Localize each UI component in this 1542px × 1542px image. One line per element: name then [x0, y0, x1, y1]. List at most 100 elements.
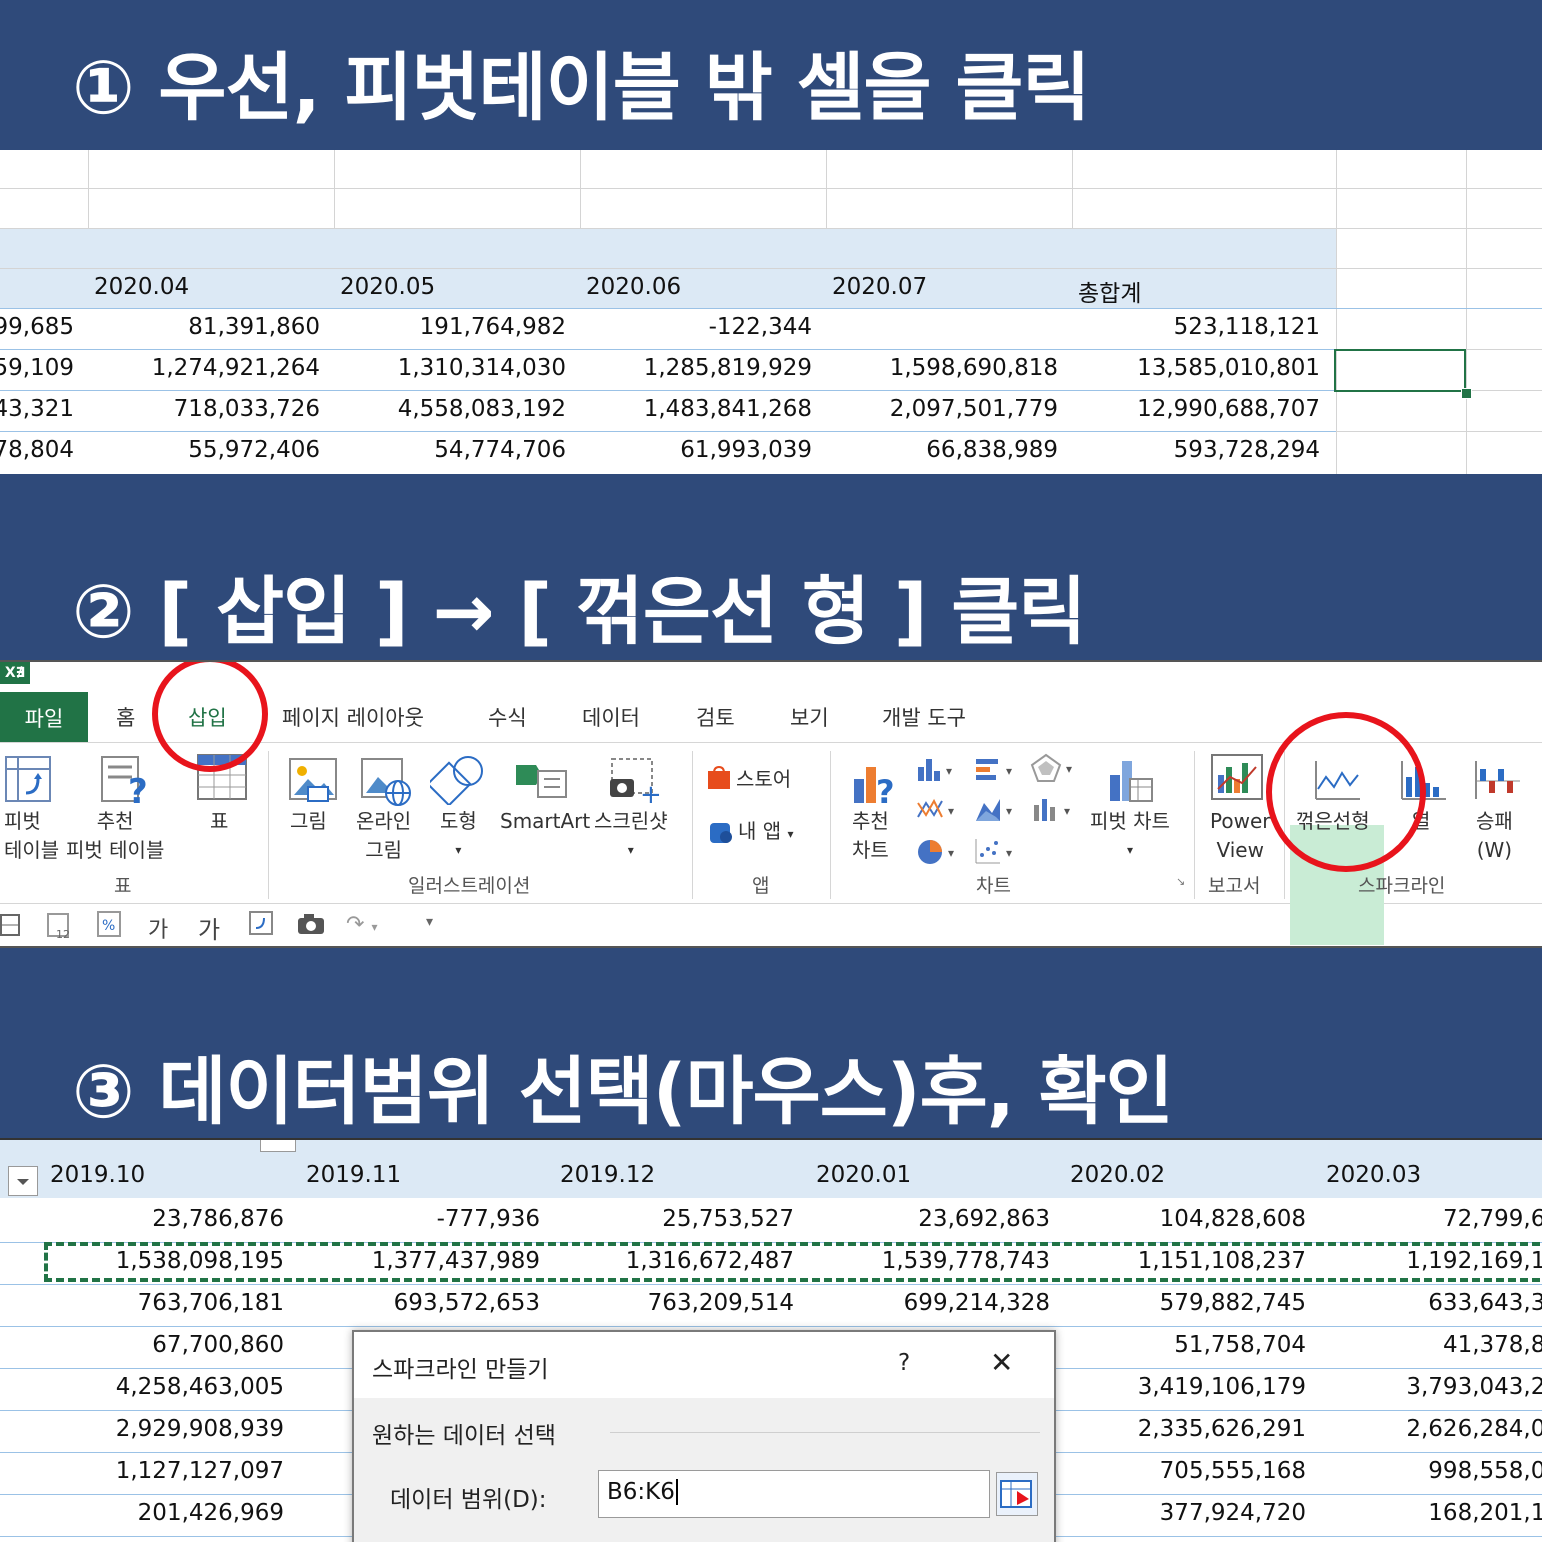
table-cell[interactable]: 2,335,626,291	[1056, 1416, 1306, 1442]
radar-chart-icon[interactable]: ▾	[1030, 753, 1080, 787]
pivot-table-icon[interactable]	[4, 755, 52, 809]
power-view-icon[interactable]	[1210, 753, 1266, 811]
picture-icon[interactable]	[288, 757, 338, 809]
table-cell[interactable]: 81,391,860	[80, 314, 320, 340]
my-apps-icon[interactable]	[706, 819, 734, 849]
table-cell[interactable]: 43,321	[0, 396, 74, 422]
table-cell[interactable]: 2,097,501,779	[818, 396, 1058, 422]
table-cell[interactable]: 51,758,704	[1056, 1332, 1306, 1358]
table-label[interactable]: 표	[210, 807, 228, 836]
table-cell[interactable]: 763,706,181	[34, 1290, 284, 1316]
area-chart-icon[interactable]: ▾	[974, 795, 1022, 827]
table-cell[interactable]: 523,118,121	[1080, 314, 1320, 340]
screenshot-label[interactable]: 스크린샷 ▾	[594, 807, 668, 865]
table-cell[interactable]: 2,626,284,09	[1310, 1416, 1542, 1442]
font-decrease-icon[interactable]: 가	[198, 910, 220, 945]
table-cell[interactable]: 168,201,15	[1310, 1500, 1542, 1526]
picture-label[interactable]: 그림	[290, 807, 327, 836]
store-icon[interactable]	[706, 765, 732, 795]
sparkline-winloss-label[interactable]: 승패 (W)	[1476, 807, 1513, 865]
pivot-chart-label[interactable]: 피벗 차트 ▾	[1090, 807, 1170, 865]
tab-page-layout[interactable]: 페이지 레이아웃	[282, 702, 424, 732]
table-cell[interactable]: 67,700,860	[34, 1332, 284, 1358]
pivot-chart-icon[interactable]	[1104, 755, 1162, 811]
table-cell[interactable]: 998,558,01	[1310, 1458, 1542, 1484]
table-cell[interactable]: 693,572,653	[290, 1290, 540, 1316]
table-cell[interactable]: 54,774,706	[326, 437, 566, 463]
recommended-charts-icon[interactable]: ?	[850, 757, 906, 813]
table-cell[interactable]: 23,692,863	[800, 1206, 1050, 1232]
table-cell[interactable]: 4,258,463,005	[34, 1374, 284, 1400]
power-view-label[interactable]: Power View	[1210, 807, 1270, 865]
table-cell[interactable]: 579,882,745	[1056, 1290, 1306, 1316]
help-button[interactable]: ?	[898, 1350, 910, 1376]
shapes-label[interactable]: 도형 ▾	[440, 807, 477, 865]
recommended-charts-label[interactable]: 추천 차트	[852, 807, 889, 865]
bar-chart-icon[interactable]: ▾	[974, 755, 1022, 787]
tab-formulas[interactable]: 수식	[488, 702, 527, 732]
table-cell[interactable]: 1,127,127,097	[34, 1458, 284, 1484]
filter-box[interactable]	[260, 1140, 296, 1152]
table-cell[interactable]: 705,555,168	[1056, 1458, 1306, 1484]
table-cell[interactable]: 41,378,80	[1310, 1332, 1542, 1358]
table-cell[interactable]: 78,804	[0, 437, 74, 463]
table-cell[interactable]: 12,990,688,707	[1080, 396, 1320, 422]
table-cell[interactable]: 3,419,106,179	[1056, 1374, 1306, 1400]
merge-icon[interactable]	[0, 912, 22, 942]
table-cell[interactable]: -777,936	[290, 1206, 540, 1232]
column-chart-icon[interactable]: ▾	[916, 755, 964, 787]
tab-data[interactable]: 데이터	[582, 702, 640, 732]
dialog-launcher-icon[interactable]: ↘	[1176, 875, 1185, 888]
table-cell[interactable]: 55,972,406	[80, 437, 320, 463]
online-picture-icon[interactable]	[360, 757, 414, 811]
table-cell[interactable]: 59,109	[0, 355, 74, 381]
table-cell[interactable]: 1,274,921,264	[80, 355, 320, 381]
fill-handle[interactable]	[1461, 388, 1472, 399]
table-cell[interactable]: 593,728,294	[1080, 437, 1320, 463]
sparkline-winloss-icon[interactable]	[1472, 757, 1524, 807]
range-picker-button[interactable]	[996, 1472, 1038, 1516]
pie-chart-icon[interactable]: ▾	[916, 837, 964, 871]
table-cell[interactable]: 104,828,608	[1056, 1206, 1306, 1232]
close-icon[interactable]: ✕	[990, 1346, 1013, 1379]
data-range-input[interactable]: B6:K6	[598, 1470, 990, 1518]
online-picture-label[interactable]: 온라인 그림	[356, 807, 411, 865]
screenshot-icon[interactable]: +	[606, 755, 664, 811]
tab-developer[interactable]: 개발 도구	[882, 702, 966, 732]
font-increase-icon[interactable]: 가	[148, 912, 168, 944]
number-format-icon[interactable]: 12	[46, 912, 74, 944]
table-cell[interactable]: 3,793,043,25	[1310, 1374, 1542, 1400]
customize-qat-icon[interactable]: ▾	[426, 914, 433, 930]
table-cell[interactable]: 23,786,876	[34, 1206, 284, 1232]
redo-icon[interactable]: ↷ ▾	[346, 912, 377, 937]
smartart-icon[interactable]	[514, 757, 570, 807]
tab-file[interactable]: 파일	[0, 692, 88, 744]
table-cell[interactable]: 718,033,726	[80, 396, 320, 422]
table-cell[interactable]: 633,643,32	[1310, 1290, 1542, 1316]
recommended-pivot-icon[interactable]: ?	[100, 755, 152, 812]
table-cell[interactable]: 201,426,969	[34, 1500, 284, 1526]
table-cell[interactable]: 191,764,982	[326, 314, 566, 340]
table-cell[interactable]: 61,993,039	[572, 437, 812, 463]
table-cell[interactable]: 377,924,720	[1056, 1500, 1306, 1526]
table-cell[interactable]: 4,558,083,192	[326, 396, 566, 422]
table-cell[interactable]: 1,285,819,929	[572, 355, 812, 381]
percent-icon[interactable]: %	[96, 910, 126, 944]
tab-home[interactable]: 홈	[116, 702, 135, 732]
table-cell[interactable]: 1,310,314,030	[326, 355, 566, 381]
table-cell[interactable]: 699,214,328	[800, 1290, 1050, 1316]
store-label[interactable]: 스토어	[736, 765, 791, 794]
table-cell[interactable]: 25,753,527	[544, 1206, 794, 1232]
table-cell[interactable]: 1,483,841,268	[572, 396, 812, 422]
selected-cell[interactable]	[1334, 349, 1466, 392]
table-cell[interactable]: 72,799,68	[1310, 1206, 1542, 1232]
table-cell[interactable]: 13,585,010,801	[1080, 355, 1320, 381]
stock-chart-icon[interactable]: ▾	[1030, 795, 1080, 827]
line-chart-icon[interactable]: ▾	[916, 795, 964, 827]
table-cell[interactable]: 66,838,989	[818, 437, 1058, 463]
pivot-refresh-icon[interactable]	[248, 910, 276, 942]
table-cell[interactable]: 2,929,908,939	[34, 1416, 284, 1442]
tab-view[interactable]: 보기	[790, 702, 829, 732]
table-cell[interactable]: 99,685	[0, 314, 74, 340]
camera-icon[interactable]	[296, 912, 328, 940]
